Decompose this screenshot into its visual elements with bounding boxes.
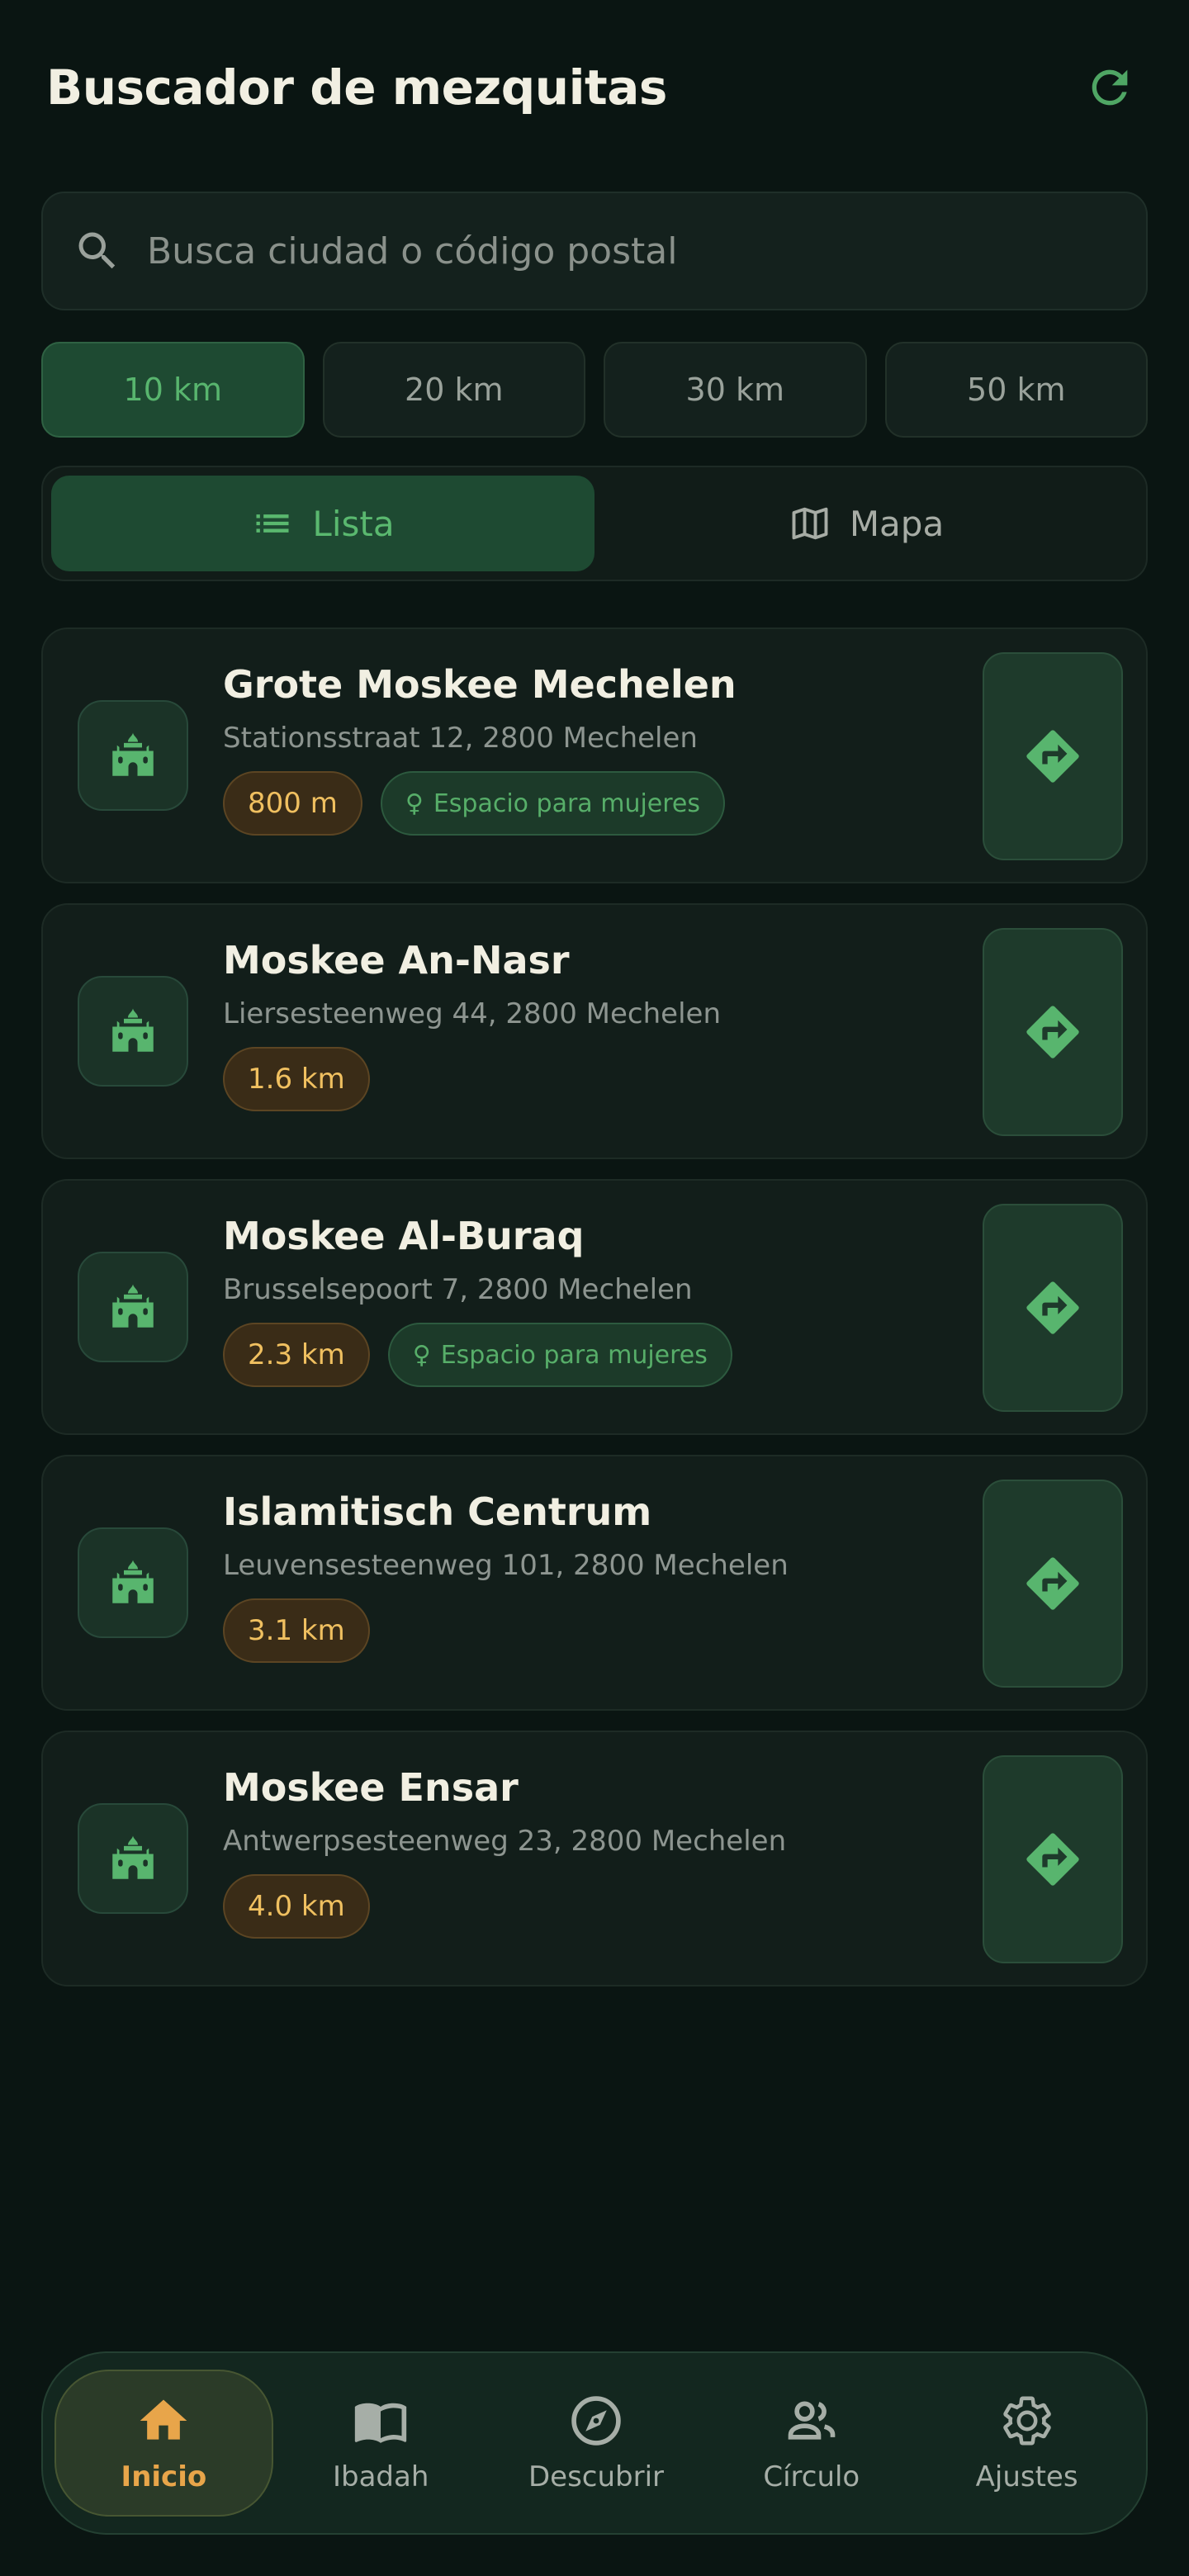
mosque-name: Moskee Ensar (223, 1765, 519, 1810)
map-view-tab[interactable]: Mapa (594, 476, 1138, 571)
mosque-icon (112, 732, 154, 776)
mosque-icon-badge (78, 1803, 188, 1914)
radius-filter: 10 km 20 km 30 km 50 km (41, 342, 1148, 438)
directions-button[interactable] (983, 1755, 1123, 1963)
female-icon: ♀ (405, 788, 424, 818)
mosque-tags: 1.6 km (223, 1047, 964, 1111)
mosque-icon-badge (78, 976, 188, 1087)
nav-label: Inicio (121, 2460, 207, 2493)
book-icon (355, 2403, 407, 2443)
nav-item-descubrir[interactable]: Descubrir (489, 2370, 704, 2517)
women-space-label: Espacio para mujeres (440, 1340, 708, 1370)
bottom-nav: Inicio Ibadah Descubrir Círculo Ajustes (41, 2351, 1148, 2535)
mosque-icon (112, 1008, 154, 1052)
mosque-card[interactable]: Grote Moskee Mechelen Stationsstraat 12, … (41, 627, 1148, 883)
mosque-tags: 3.1 km (223, 1598, 964, 1663)
mosque-info: Grote Moskee Mechelen Stationsstraat 12, … (223, 662, 964, 836)
radius-chip-50km[interactable]: 50 km (884, 342, 1148, 438)
mosque-name: Islamitisch Centrum (223, 1489, 652, 1534)
nav-label: Círculo (763, 2460, 860, 2493)
mosque-list: Grote Moskee Mechelen Stationsstraat 12, … (41, 627, 1148, 1986)
women-space-badge: ♀ Espacio para mujeres (380, 771, 726, 836)
mosque-address: Brusselsepoort 7, 2800 Mechelen (223, 1273, 693, 1306)
mosque-address: Stationsstraat 12, 2800 Mechelen (223, 722, 698, 755)
search-icon (78, 232, 116, 269)
radius-chip-20km[interactable]: 20 km (322, 342, 585, 438)
home-icon (140, 2399, 187, 2440)
mosque-address: Liersesteenweg 44, 2800 Mechelen (223, 997, 722, 1030)
directions-icon (1026, 1281, 1079, 1334)
mosque-card[interactable]: Moskee An-Nasr Liersesteenweg 44, 2800 Me… (41, 903, 1148, 1159)
distance-badge: 3.1 km (223, 1598, 370, 1663)
compass-icon (571, 2396, 621, 2446)
list-view-tab[interactable]: Lista (51, 476, 594, 571)
mosque-info: Moskee An-Nasr Liersesteenweg 44, 2800 Me… (223, 938, 964, 1111)
mosque-tags: 4.0 km (223, 1874, 964, 1939)
people-icon (788, 2401, 836, 2440)
distance-badge: 4.0 km (223, 1874, 370, 1939)
directions-icon (1026, 1833, 1079, 1886)
nav-label: Ibadah (332, 2460, 429, 2493)
mosque-card[interactable]: Moskee Ensar Antwerpsesteenweg 23, 2800 M… (41, 1731, 1148, 1986)
directions-button[interactable] (983, 928, 1123, 1136)
nav-item-circulo[interactable]: Círculo (703, 2370, 919, 2517)
nav-label: Descubrir (528, 2460, 665, 2493)
gear-icon (1002, 2396, 1051, 2446)
mosque-icon-badge (78, 700, 188, 811)
mosque-tags: 800 m ♀ Espacio para mujeres (223, 771, 964, 836)
mosque-tags: 2.3 km ♀ Espacio para mujeres (223, 1323, 964, 1387)
radius-chip-30km[interactable]: 30 km (604, 342, 867, 438)
female-icon: ♀ (412, 1340, 431, 1370)
distance-badge: 800 m (223, 771, 362, 836)
refresh-icon (1092, 69, 1128, 106)
directions-icon (1026, 1006, 1079, 1058)
mosque-card[interactable]: Moskee Al-Buraq Brusselsepoort 7, 2800 Me… (41, 1179, 1148, 1435)
mosque-icon-badge (78, 1527, 188, 1638)
header: Buscador de mezquitas (46, 46, 1143, 129)
mosque-info: Moskee Ensar Antwerpsesteenweg 23, 2800 M… (223, 1765, 964, 1939)
list-icon (256, 514, 289, 533)
mosque-info: Islamitisch Centrum Leuvensesteenweg 101,… (223, 1489, 964, 1663)
mosque-name: Moskee Al-Buraq (223, 1214, 585, 1258)
directions-button[interactable] (983, 1480, 1123, 1688)
distance-badge: 2.3 km (223, 1323, 370, 1387)
list-view-label: Lista (312, 503, 395, 544)
women-space-label: Espacio para mujeres (433, 788, 701, 818)
nav-item-ibadah[interactable]: Ibadah (273, 2370, 489, 2517)
map-icon (792, 507, 828, 540)
refresh-button[interactable] (1077, 54, 1143, 121)
radius-chip-10km[interactable]: 10 km (41, 342, 305, 438)
mosque-icon (112, 1835, 154, 1879)
search-placeholder: Busca ciudad o código postal (147, 230, 678, 272)
search-input[interactable]: Busca ciudad o código postal (41, 192, 1148, 310)
directions-icon (1026, 730, 1079, 783)
distance-badge: 1.6 km (223, 1047, 370, 1111)
mosque-info: Moskee Al-Buraq Brusselsepoort 7, 2800 Me… (223, 1214, 964, 1387)
directions-button[interactable] (983, 652, 1123, 860)
mosque-address: Antwerpsesteenweg 23, 2800 Mechelen (223, 1825, 787, 1858)
mosque-icon (112, 1560, 154, 1603)
map-view-label: Mapa (849, 503, 945, 544)
mosque-finder-screen: Buscador de mezquitas Busca ciudad o cód… (0, 0, 1189, 2576)
mosque-icon (112, 1284, 154, 1328)
mosque-name: Grote Moskee Mechelen (223, 662, 737, 707)
women-space-badge: ♀ Espacio para mujeres (387, 1323, 732, 1387)
mosque-name: Moskee An-Nasr (223, 938, 570, 983)
directions-button[interactable] (983, 1204, 1123, 1412)
view-toggle: Lista Mapa (41, 466, 1148, 581)
directions-icon (1026, 1557, 1079, 1610)
nav-item-inicio[interactable]: Inicio (54, 2370, 273, 2517)
mosque-icon-badge (78, 1252, 188, 1362)
nav-label: Ajustes (975, 2460, 1078, 2493)
nav-item-ajustes[interactable]: Ajustes (919, 2370, 1135, 2517)
mosque-address: Leuvensesteenweg 101, 2800 Mechelen (223, 1549, 789, 1582)
page-title: Buscador de mezquitas (46, 59, 667, 116)
mosque-card[interactable]: Islamitisch Centrum Leuvensesteenweg 101,… (41, 1455, 1148, 1711)
